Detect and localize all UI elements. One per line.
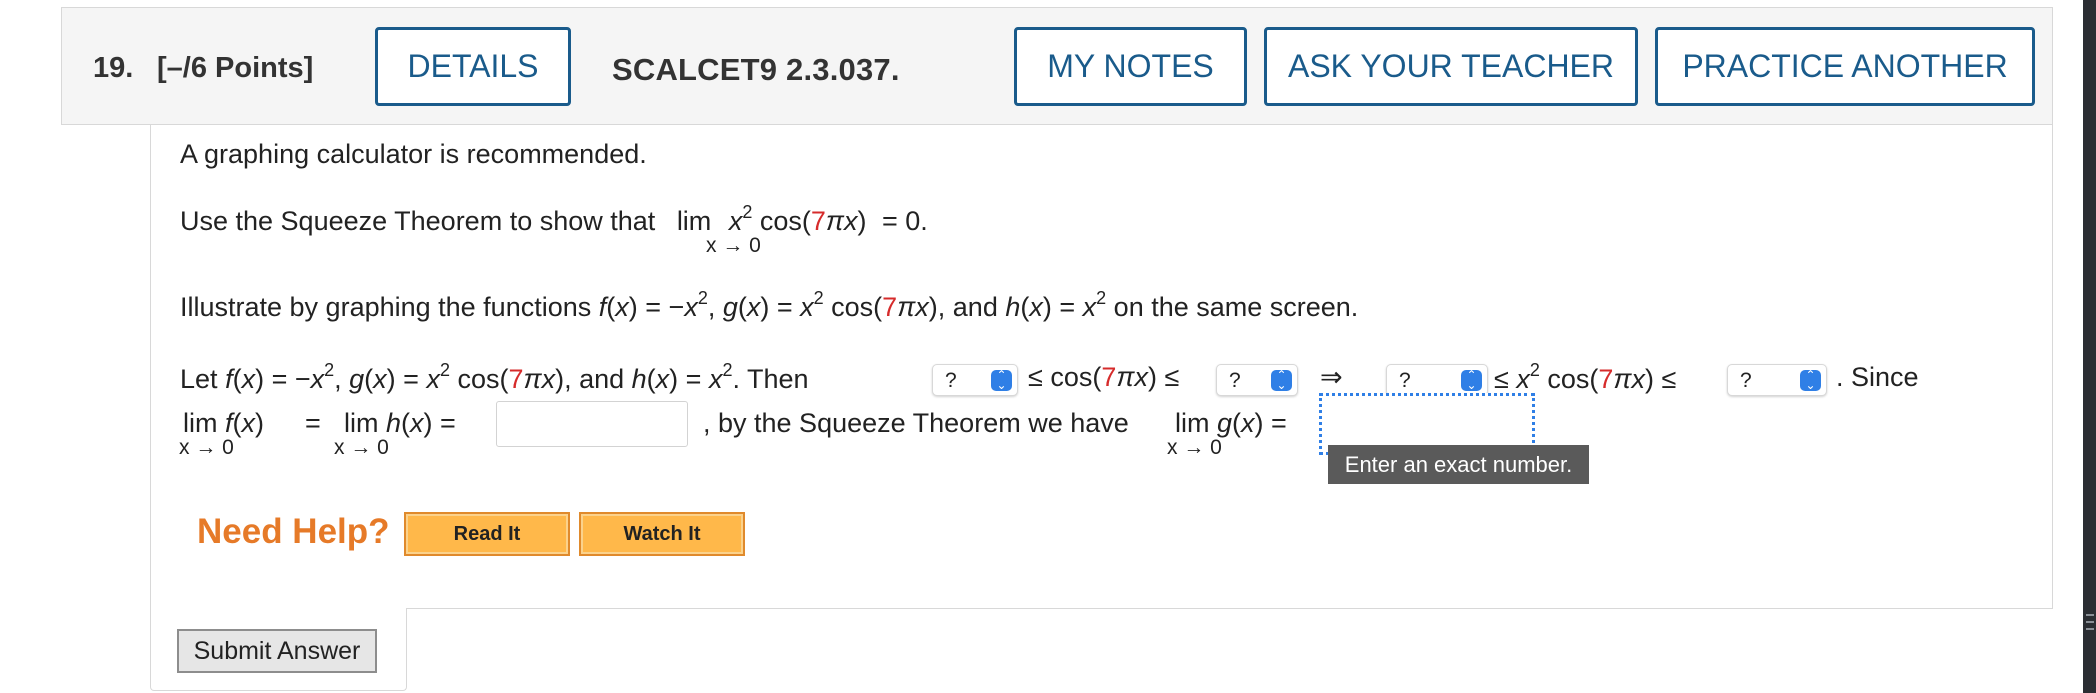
squeeze-instruction: Use the Squeeze Theorem to show that lim… xyxy=(180,202,928,236)
watch-it-button[interactable]: Watch It xyxy=(579,512,745,556)
instruction-prefix: Use the Squeeze Theorem to show that xyxy=(180,206,656,236)
lower-bound-select-1[interactable]: ? ⌃ ⌄ xyxy=(932,364,1018,396)
points-label: [–/6 Points] xyxy=(157,52,314,84)
recommendation-text: A graphing calculator is recommended. xyxy=(180,139,647,169)
ask-your-teacher-button[interactable]: ASK YOUR TEACHER xyxy=(1264,27,1638,106)
then-word: . Then xyxy=(732,364,809,394)
window-edge xyxy=(2083,0,2096,693)
illustrate-text: Illustrate by graphing the functions f(x… xyxy=(180,288,1359,322)
details-button[interactable]: DETAILS xyxy=(375,27,571,106)
upper-bound-select-1[interactable]: ? ⌃ ⌄ xyxy=(1216,364,1298,396)
course-code: SCALCET9 2.3.037. xyxy=(612,52,900,87)
limit-approach: x → 0 xyxy=(1167,436,1222,459)
limit-approach: x → 0 xyxy=(179,436,234,459)
cos-inequality: ≤ cos(7πx) ≤ xyxy=(1028,362,1180,392)
since-word: . Since xyxy=(1836,362,1919,392)
my-notes-button[interactable]: MY NOTES xyxy=(1014,27,1247,106)
question-header: 19. [–/6 Points] DETAILS SCALCET9 2.3.03… xyxy=(61,7,2053,125)
lower-bound-select-2[interactable]: ? ⌃ ⌄ xyxy=(1386,364,1488,396)
chevron-updown-icon: ⌃ ⌄ xyxy=(991,369,1012,391)
chevron-updown-icon: ⌃ ⌄ xyxy=(1271,369,1292,391)
need-help-label: Need Help? xyxy=(197,512,390,551)
implies-arrow: ⇒ xyxy=(1320,362,1343,392)
limit-approach: x → 0 xyxy=(706,234,761,257)
read-it-button[interactable]: Read It xyxy=(404,512,570,556)
limit-answer-input[interactable] xyxy=(496,401,688,447)
lim-g-text: lim g(x) = xyxy=(1175,408,1287,438)
let-prefix: Let xyxy=(180,364,218,394)
illustrate-suffix: on the same screen. xyxy=(1113,292,1359,322)
let-functions-text: Let f(x) = −x2, g(x) = x2 cos(7πx), and … xyxy=(180,360,809,394)
chevron-updown-icon: ⌃ ⌄ xyxy=(1461,369,1482,391)
limit-approach: x → 0 xyxy=(334,436,389,459)
illustrate-prefix: Illustrate by graphing the functions xyxy=(180,292,592,322)
equals-zero: = 0. xyxy=(881,206,928,236)
input-hint-tooltip: Enter an exact number. xyxy=(1328,445,1589,484)
practice-another-button[interactable]: PRACTICE ANOTHER xyxy=(1655,27,2035,106)
question-number: 19. xyxy=(93,52,134,84)
squeeze-conclusion-text: , by the Squeeze Theorem we have xyxy=(703,408,1129,438)
submit-answer-button[interactable]: Submit Answer xyxy=(177,629,377,673)
lim-f-text: lim f(x) xyxy=(183,408,265,438)
coefficient: 7 xyxy=(810,206,826,236)
lim-label: lim xyxy=(676,206,712,236)
x2cos-inequality: ≤ x2 cos(7πx) ≤ xyxy=(1494,360,1677,394)
upper-bound-select-2[interactable]: ? ⌃ ⌄ xyxy=(1727,364,1827,396)
lim-h-text: lim h(x) = xyxy=(344,408,456,438)
chevron-updown-icon: ⌃ ⌄ xyxy=(1800,369,1821,391)
